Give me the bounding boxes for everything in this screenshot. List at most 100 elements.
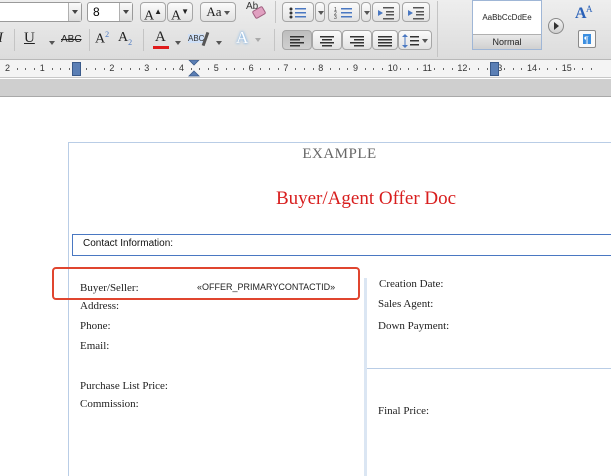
chevron-down-icon: [255, 38, 261, 42]
highlight-button[interactable]: ABC: [186, 31, 212, 48]
ruler-tick: [34, 68, 36, 70]
svg-text:¶: ¶: [584, 35, 589, 45]
bullet-list-button[interactable]: [282, 2, 314, 22]
styles-pane-button[interactable]: A A: [574, 2, 598, 22]
subscript-button[interactable]: A2: [118, 30, 140, 50]
ruler-tick: [129, 68, 131, 70]
ruler-tick: [399, 68, 401, 70]
document-header: EXAMPLE: [302, 146, 377, 162]
font-size-value: 8: [93, 5, 100, 19]
align-center-icon: [320, 35, 334, 47]
align-center-button[interactable]: [312, 30, 342, 50]
style-gallery-normal[interactable]: AaBbCcDdEe Normal: [472, 0, 542, 50]
ruler-number: 12: [457, 63, 468, 73]
justify-button[interactable]: [372, 30, 398, 50]
shrink-font-button[interactable]: A▼: [167, 2, 193, 24]
row-divider: [367, 368, 611, 369]
table-left-border: [68, 142, 69, 476]
font-color-dropdown[interactable]: [173, 30, 183, 50]
numbered-list-button[interactable]: 123: [328, 2, 360, 22]
ruler-tick: [208, 68, 210, 70]
font-name-dropdown-icon[interactable]: [68, 3, 81, 21]
down-payment-label: Down Payment:: [378, 320, 450, 332]
ruler-tick: [95, 68, 96, 70]
ruler-tick: [51, 68, 53, 70]
align-left-icon: [290, 35, 304, 47]
ruler-tick: [68, 68, 70, 70]
bullet-list-dropdown[interactable]: [315, 2, 325, 22]
align-right-button[interactable]: [342, 30, 372, 50]
ruler-number: 1: [39, 63, 45, 73]
toolbar-divider: [14, 29, 15, 51]
subscript-label: A: [118, 30, 129, 45]
ruler-tick: [382, 68, 384, 70]
chevron-down-icon: [364, 10, 370, 15]
text-box-button[interactable]: ¶: [578, 30, 596, 48]
font-color-swatch: [153, 46, 169, 49]
creation-date-label: Creation Date:: [379, 278, 444, 290]
toolbar-divider: [89, 29, 90, 51]
document-page[interactable]: EXAMPLE Buyer/Agent Offer Doc Contact In…: [0, 98, 611, 476]
font-color-button[interactable]: A: [152, 29, 172, 51]
font-name-field[interactable]: [0, 2, 82, 22]
svg-text:3: 3: [334, 15, 337, 20]
highlight-dropdown[interactable]: [214, 30, 224, 50]
ruler-tick: [121, 68, 123, 70]
decrease-indent-button[interactable]: [372, 2, 400, 22]
play-arrow-icon: [554, 22, 559, 30]
font-size-dropdown-icon[interactable]: [119, 3, 132, 21]
toolbar-divider: [437, 1, 438, 57]
underline-dropdown[interactable]: [47, 30, 57, 50]
ruler-tick: [582, 68, 584, 70]
grow-font-button[interactable]: A▲: [140, 2, 166, 24]
chevron-down-icon: [216, 40, 222, 45]
ruler-tick: [590, 68, 592, 70]
ruler-tick: [164, 68, 166, 70]
ruler-tick: [86, 68, 88, 70]
align-left-button[interactable]: [282, 30, 312, 50]
numbered-list-icon: 123: [334, 7, 352, 21]
ruler-tick: [173, 68, 175, 70]
ruler-tick: [242, 68, 244, 70]
justify-icon: [378, 35, 392, 47]
text-effects-label: A: [236, 28, 249, 47]
change-case-button[interactable]: Aa: [200, 2, 236, 22]
toolbar-divider: [143, 29, 144, 51]
email-label: Email:: [80, 340, 110, 352]
sales-agent-label: Sales Agent:: [378, 298, 434, 310]
chevron-down-icon: [422, 38, 428, 43]
address-label: Address:: [80, 300, 120, 312]
ruler-tick: [138, 68, 140, 70]
increase-indent-button[interactable]: [402, 2, 430, 22]
text-effects-button[interactable]: A: [233, 28, 263, 50]
ruler-number: 3: [144, 63, 150, 73]
ruler-number: 2: [109, 63, 115, 73]
chevron-down-icon: [318, 10, 324, 15]
subscript-two: 2: [128, 37, 133, 47]
horizontal-ruler[interactable]: 21123456789101112131415: [0, 59, 611, 78]
superscript-button[interactable]: A2: [95, 30, 115, 50]
line-spacing-button[interactable]: [398, 30, 432, 50]
indent-marker[interactable]: [188, 59, 200, 77]
ruler-right-margin-marker[interactable]: [490, 62, 499, 76]
toolbar-divider: [275, 1, 276, 23]
ruler-tick: [25, 68, 27, 70]
toolbar-divider: [274, 29, 275, 51]
underline-button[interactable]: U: [24, 30, 46, 50]
ruler-tick: [443, 68, 444, 70]
ruler-tick: [16, 68, 18, 70]
style-gallery-next-button[interactable]: [548, 18, 564, 34]
ruler-tick: [486, 68, 488, 70]
clear-formatting-button[interactable]: Ab: [243, 0, 267, 22]
final-price-label: Final Price:: [378, 405, 430, 417]
ruler-tick: [408, 68, 410, 70]
numbered-list-dropdown[interactable]: [361, 2, 371, 22]
italic-button[interactable]: I: [0, 30, 12, 50]
ruler-tick: [277, 68, 279, 70]
ruler-left-margin-marker[interactable]: [72, 62, 81, 76]
ruler-number: 7: [283, 63, 289, 73]
font-color-label: A: [155, 29, 166, 45]
highlight-annotation-box: [52, 267, 360, 300]
strikethrough-button[interactable]: ABC: [61, 34, 87, 48]
font-size-field[interactable]: 8: [87, 2, 133, 22]
